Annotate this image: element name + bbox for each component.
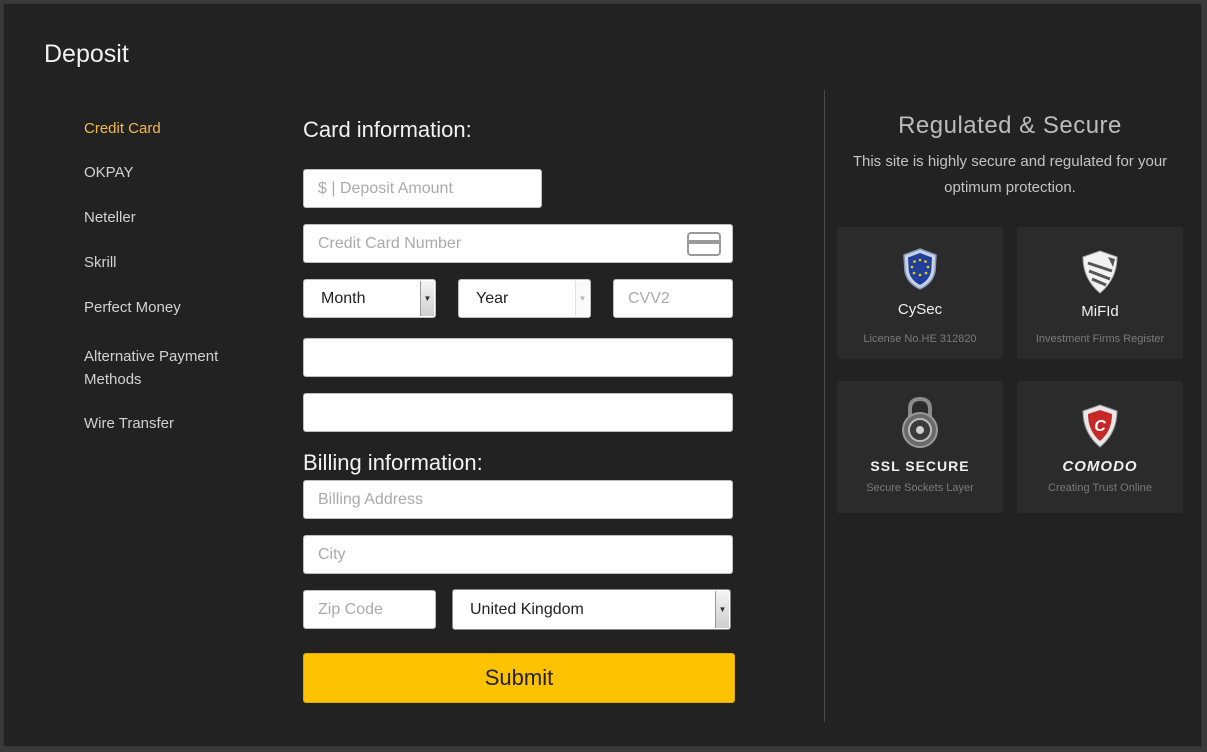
month-value: Month (321, 289, 366, 307)
regulated-title: Regulated & Secure (898, 112, 1122, 139)
year-value: Year (476, 289, 509, 307)
cvv-input[interactable]: CVV2 (613, 279, 733, 318)
nav-item-perfect-money[interactable]: Perfect Money (84, 296, 254, 319)
comodo-shield-icon: C (1017, 403, 1183, 449)
billing-info-heading: Billing information: (303, 450, 483, 475)
regulated-description: This site is highly secure and regulated… (852, 153, 1168, 196)
year-select[interactable]: Year ▼ (458, 279, 591, 318)
column-divider (824, 90, 825, 722)
eu-shield-icon (837, 247, 1003, 291)
badge-cysec: CySec License No.HE 312820 (837, 227, 1003, 359)
badge-ssl-sub: Secure Sockets Layer (866, 482, 974, 494)
badge-ssl-name: SSL SECURE (870, 458, 970, 474)
deposit-panel: Deposit Credit Card OKPAY Neteller Skril… (3, 3, 1202, 747)
page-title: Deposit (44, 40, 129, 68)
badge-mifid: MiFId Investment Firms Register (1017, 227, 1183, 359)
badge-comodo-name: COMODO (1062, 458, 1138, 475)
padlock-icon (837, 395, 1003, 449)
extra-input-1[interactable] (303, 338, 733, 377)
nav-item-okpay[interactable]: OKPAY (84, 161, 254, 184)
card-info-heading: Card information: (303, 117, 472, 142)
nav-item-neteller[interactable]: Neteller (84, 206, 254, 229)
card-number-placeholder: Credit Card Number (318, 234, 462, 252)
billing-address-input[interactable]: Billing Address (303, 480, 733, 519)
nav-item-skrill[interactable]: Skrill (84, 251, 254, 274)
city-input[interactable]: City (303, 535, 733, 574)
country-select[interactable]: United Kingdom ▼ (452, 589, 731, 630)
svg-text:C: C (1094, 418, 1106, 435)
chevron-down-icon: ▼ (420, 281, 434, 316)
chevron-down-icon: ▼ (715, 591, 729, 628)
nav-item-alternative-payment[interactable]: Alternative Payment Methods (84, 345, 254, 391)
chevron-down-icon: ▼ (575, 281, 589, 316)
nav-item-credit-card[interactable]: Credit Card (84, 117, 254, 140)
extra-input-2[interactable] (303, 393, 733, 432)
nav-item-wire-transfer[interactable]: Wire Transfer (84, 412, 254, 435)
deposit-amount-input[interactable]: $ | Deposit Amount (303, 169, 542, 208)
month-select[interactable]: Month ▼ (303, 279, 436, 318)
badge-ssl: SSL SECURE Secure Sockets Layer (837, 381, 1003, 513)
badge-comodo: C COMODO Creating Trust Online (1017, 381, 1183, 513)
zip-code-input[interactable]: Zip Code (303, 590, 436, 629)
badge-cysec-sub: License No.HE 312820 (863, 333, 977, 345)
mifid-shield-icon (1017, 249, 1183, 295)
country-value: United Kingdom (470, 600, 584, 618)
card-number-input[interactable]: Credit Card Number (303, 224, 733, 263)
badge-comodo-sub: Creating Trust Online (1048, 482, 1152, 494)
badge-mifid-sub: Investment Firms Register (1035, 333, 1165, 345)
badge-mifid-name: MiFId (1081, 303, 1119, 320)
badge-cysec-name: CySec (897, 301, 943, 318)
submit-button[interactable]: Submit (303, 653, 735, 703)
credit-card-icon (687, 232, 721, 256)
